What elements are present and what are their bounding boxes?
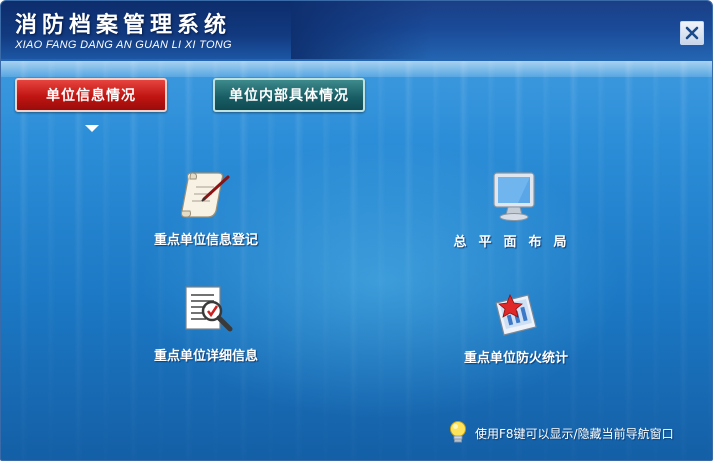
- item-site-layout[interactable]: 总平面布局: [441, 169, 591, 250]
- item-key-unit-fire-statistics[interactable]: 重点单位防火统计: [441, 289, 591, 366]
- item-key-unit-details[interactable]: 重点单位详细信息: [131, 283, 281, 364]
- item-site-layout-label: 总平面布局: [453, 235, 579, 250]
- item-key-unit-fire-statistics-label: 重点单位防火统计: [463, 351, 568, 366]
- tab-strip: [1, 61, 712, 77]
- tab-unit-internal[interactable]: 单位内部具体情况: [213, 78, 365, 112]
- app-subtitle: XIAO FANG DANG AN GUAN LI XI TONG: [15, 39, 232, 51]
- title-band-fade: [291, 1, 431, 59]
- tab-unit-internal-label: 单位内部具体情况: [229, 88, 349, 104]
- chart-document-icon: [495, 294, 537, 336]
- background-streaks: [1, 61, 712, 460]
- active-tab-indicator: [85, 125, 99, 132]
- close-icon: [685, 26, 699, 40]
- document-magnifier-icon: [185, 286, 233, 332]
- scroll-pen-icon: [180, 172, 230, 218]
- item-key-unit-details-label: 重点单位详细信息: [153, 349, 258, 364]
- item-key-unit-registration[interactable]: 重点单位信息登记: [131, 167, 281, 248]
- monitor-icon: [493, 172, 535, 221]
- close-button[interactable]: [680, 21, 704, 45]
- hint-bar: 使用F8键可以显示/隐藏当前导航窗口: [447, 419, 674, 447]
- main-window: 消防档案管理系统 XIAO FANG DANG AN GUAN LI XI TO…: [0, 0, 713, 461]
- item-key-unit-registration-label: 重点单位信息登记: [153, 233, 258, 248]
- app-title: 消防档案管理系统: [15, 13, 232, 38]
- tab-unit-info[interactable]: 单位信息情况: [15, 78, 167, 112]
- hint-text: 使用F8键可以显示/隐藏当前导航窗口: [475, 426, 674, 441]
- lightbulb-icon: [450, 421, 466, 443]
- tab-unit-info-label: 单位信息情况: [46, 88, 136, 104]
- title-bar: 消防档案管理系统 XIAO FANG DANG AN GUAN LI XI TO…: [1, 1, 712, 61]
